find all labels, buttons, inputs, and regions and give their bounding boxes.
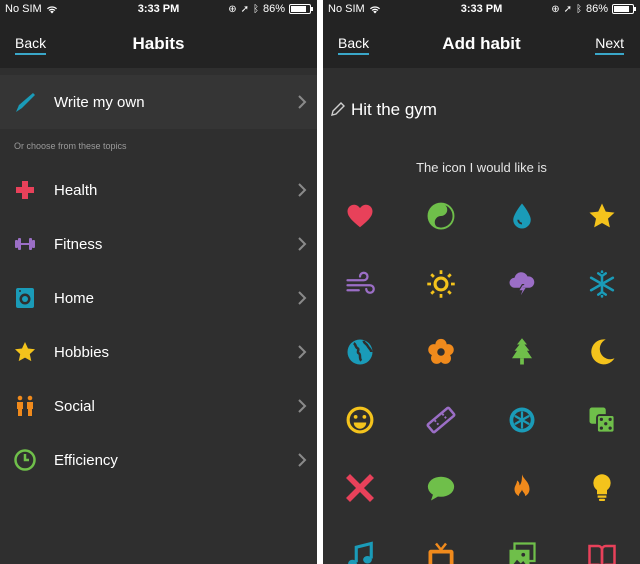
nav-bar: Back Habits — [0, 18, 317, 68]
chevron-right-icon — [298, 291, 307, 305]
topics-hint: Or choose from these topics — [14, 141, 127, 151]
photos-icon[interactable] — [505, 539, 539, 564]
topic-row-social[interactable]: Social — [0, 379, 317, 433]
pen-icon — [13, 90, 37, 114]
water-drop-icon[interactable] — [505, 199, 539, 233]
dumbbell-icon — [13, 232, 37, 256]
tv-icon[interactable] — [424, 539, 458, 564]
location-icon: ➚ — [240, 3, 249, 15]
add-habit-screen: No SIM 3:33 PM ⊕ ➚ ᛒ 86% Back Add habit … — [323, 0, 640, 564]
topic-label: Fitness — [54, 235, 103, 253]
topic-row-health[interactable]: Health — [0, 163, 317, 217]
people-icon — [13, 394, 37, 418]
chevron-right-icon — [298, 237, 307, 251]
tree-icon[interactable] — [505, 335, 539, 369]
speech-bubble-icon[interactable] — [424, 471, 458, 505]
battery-icon — [289, 4, 313, 14]
habit-name-input[interactable] — [351, 100, 621, 120]
moon-icon[interactable] — [585, 335, 619, 369]
ticket-icon[interactable] — [424, 403, 458, 437]
topic-label: Home — [54, 289, 95, 307]
battery-percent: 86% — [585, 3, 608, 15]
smiley-icon[interactable] — [343, 403, 377, 437]
cross-icon[interactable] — [343, 471, 377, 505]
page-title: Habits — [132, 34, 185, 53]
battery-fill — [291, 6, 307, 12]
battery-percent: 86% — [262, 3, 285, 15]
bluetooth-icon: ᛒ — [575, 3, 582, 15]
location-icon: ➚ — [563, 3, 572, 15]
heart-icon[interactable] — [343, 199, 377, 233]
page-title: Add habit — [442, 34, 521, 53]
storm-cloud-icon[interactable] — [505, 267, 539, 301]
topic-row-fitness[interactable]: Fitness — [0, 217, 317, 271]
snowflake-icon[interactable] — [585, 267, 619, 301]
icon-prompt: The icon I would like is — [416, 160, 547, 175]
star-icon[interactable] — [585, 199, 619, 233]
asterisk-badge-icon[interactable] — [505, 403, 539, 437]
star-icon — [13, 340, 37, 364]
battery-icon — [612, 4, 636, 14]
chevron-right-icon — [298, 345, 307, 359]
chevron-right-icon — [298, 453, 307, 467]
chevron-right-icon — [298, 95, 307, 109]
rotation-lock-icon: ⊕ — [551, 3, 560, 15]
nav-bar: Back Add habit Next — [323, 18, 640, 68]
yin-yang-icon[interactable] — [424, 199, 458, 233]
flame-icon[interactable] — [505, 471, 539, 505]
write-my-own-label: Write my own — [54, 93, 145, 111]
topic-label: Hobbies — [54, 343, 110, 361]
globe-icon[interactable] — [343, 335, 377, 369]
battery-fill — [614, 6, 630, 12]
clock-icon — [13, 448, 37, 472]
chevron-right-icon — [298, 183, 307, 197]
dice-icon[interactable] — [585, 403, 619, 437]
next-button[interactable]: Next — [595, 35, 624, 55]
bluetooth-icon: ᛒ — [252, 3, 259, 15]
topic-row-hobbies[interactable]: Hobbies — [0, 325, 317, 379]
chevron-right-icon — [298, 399, 307, 413]
sun-icon[interactable] — [424, 267, 458, 301]
topic-label: Social — [54, 397, 95, 415]
topic-row-home[interactable]: Home — [0, 271, 317, 325]
topic-label: Health — [54, 181, 98, 199]
health-cross-icon — [13, 178, 37, 202]
habit-name-row — [323, 92, 640, 132]
status-bar: No SIM 3:33 PM ⊕ ➚ ᛒ 86% — [0, 0, 317, 18]
rotation-lock-icon: ⊕ — [228, 3, 237, 15]
wind-icon[interactable] — [343, 267, 377, 301]
habits-screen: No SIM 3:33 PM ⊕ ➚ ᛒ 86% Back Habits Wri… — [0, 0, 317, 564]
topic-label: Efficiency — [54, 451, 118, 469]
status-bar: No SIM 3:33 PM ⊕ ➚ ᛒ 86% — [323, 0, 640, 18]
music-note-icon[interactable] — [343, 539, 377, 564]
write-my-own-row[interactable]: Write my own — [0, 75, 317, 129]
lightbulb-icon[interactable] — [585, 471, 619, 505]
washing-machine-icon — [13, 286, 37, 310]
flower-icon[interactable] — [424, 335, 458, 369]
book-icon[interactable] — [585, 539, 619, 564]
topic-row-efficiency[interactable]: Efficiency — [0, 433, 317, 487]
pencil-icon — [331, 102, 345, 116]
